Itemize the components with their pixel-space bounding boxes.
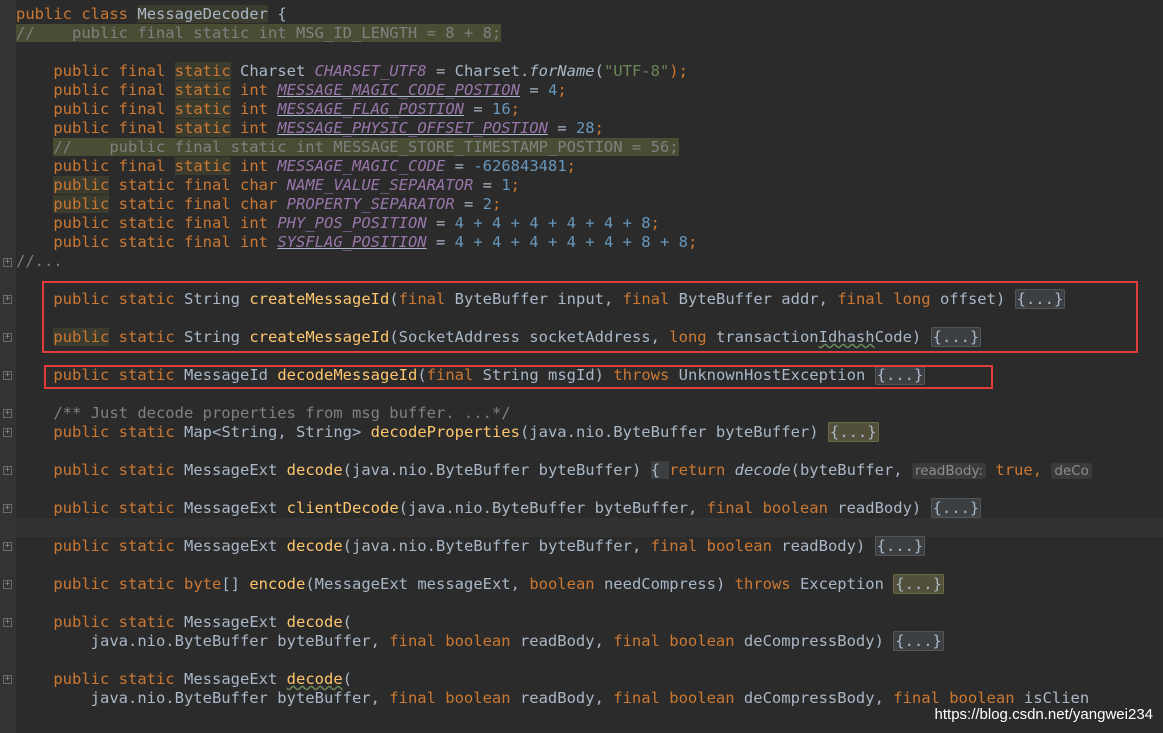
fold-toggle-icon[interactable]: +	[3, 504, 12, 513]
code-line-field: public final static int MESSAGE_MAGIC_CO…	[53, 157, 576, 175]
watermark-text: https://blog.csdn.net/yangwei234	[934, 706, 1153, 723]
code-line-field: public static final char NAME_VALUE_SEPA…	[53, 176, 520, 194]
code-line-method: public static Map<String, String> decode…	[53, 422, 879, 442]
fold-toggle-icon[interactable]: +	[3, 295, 12, 304]
code-line-method: public static MessageExt clientDecode(ja…	[53, 498, 982, 518]
fold-toggle-icon[interactable]: +	[3, 466, 12, 475]
code-line-method: public static MessageExt decode(java.nio…	[53, 536, 926, 556]
fold-toggle-icon[interactable]: +	[3, 333, 12, 342]
code-line-params: java.nio.ByteBuffer byteBuffer, final bo…	[53, 631, 944, 651]
code-line-class-decl: public class MessageDecoder {	[16, 5, 287, 23]
code-line-field: public static final int SYSFLAG_POSITION…	[53, 233, 698, 251]
code-line-method: public static byte[] encode(MessageExt m…	[53, 574, 944, 594]
code-line-method: public static MessageExt decode(java.nio…	[16, 461, 1163, 480]
code-line-field: public final static Charset CHARSET_UTF8…	[53, 62, 688, 80]
fold-toggle-icon[interactable]: +	[3, 409, 12, 418]
code-line-field: public final static int MESSAGE_PHYSIC_O…	[53, 119, 604, 137]
code-line-method: public static MessageExt decode(	[53, 613, 353, 631]
folded-body[interactable]: {...}	[893, 631, 944, 651]
code-line-comment: // public final static int MSG_ID_LENGTH…	[16, 24, 502, 42]
fold-toggle-icon[interactable]: +	[3, 618, 12, 627]
highlight-box-create-message-id	[42, 281, 1138, 353]
code-line-field: public static final int PHY_POS_POSITION…	[53, 214, 660, 232]
fold-toggle-icon[interactable]: +	[3, 428, 12, 437]
code-line-folded-comment[interactable]: //...	[16, 252, 1163, 271]
param-hint: deCo	[1051, 463, 1092, 479]
code-line-method: public static MessageExt decode(	[53, 670, 353, 688]
code-line-comment: // public final static int MESSAGE_STORE…	[53, 138, 679, 156]
code-line-field: public static final char PROPERTY_SEPARA…	[53, 195, 502, 213]
code-line-field: public final static int MESSAGE_MAGIC_CO…	[53, 81, 567, 99]
editor-gutter: + + + + + + + + + + + +	[0, 0, 16, 733]
highlight-box-decode-message-id	[44, 365, 993, 389]
param-hint: readBody:	[911, 463, 987, 479]
code-editor[interactable]: + + + + + + + + + + + + public class Mes…	[0, 0, 1163, 733]
folded-body[interactable]: {...}	[874, 536, 926, 556]
fold-toggle-icon[interactable]: +	[3, 542, 12, 551]
fold-toggle-icon[interactable]: +	[3, 258, 12, 267]
fold-toggle-icon[interactable]: +	[3, 580, 12, 589]
fold-toggle-icon[interactable]: +	[3, 371, 12, 380]
code-line-field: public final static int MESSAGE_FLAG_POS…	[53, 100, 520, 118]
current-line-highlight[interactable]	[16, 518, 1163, 537]
code-line-javadoc[interactable]: /** Just decode properties from msg buff…	[16, 404, 1163, 423]
fold-toggle-icon[interactable]: +	[3, 675, 12, 684]
folded-body[interactable]: {...}	[827, 422, 879, 442]
folded-body[interactable]: {...}	[893, 574, 944, 594]
folded-body[interactable]: {...}	[930, 498, 982, 518]
